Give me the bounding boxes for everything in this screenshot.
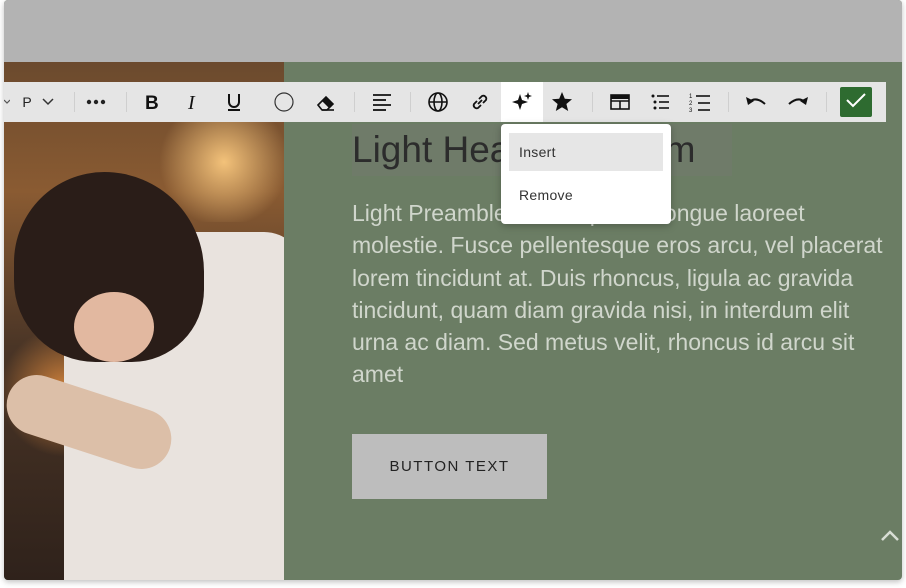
paragraph-style-select[interactable]: P [14, 82, 62, 122]
formatting-toolbar: P B I 1 2 3 [4, 82, 886, 122]
redo-icon[interactable] [786, 82, 810, 122]
confirm-button[interactable] [840, 87, 872, 117]
svg-text:B: B [145, 93, 159, 111]
preamble-text[interactable]: Light Preamble Lorem ipsum congue laoree… [352, 197, 892, 391]
link-icon[interactable] [468, 82, 492, 122]
table-icon[interactable] [608, 82, 632, 122]
menu-item-insert[interactable]: Insert [509, 133, 663, 171]
underline-icon[interactable] [222, 82, 246, 122]
svg-text:3: 3 [689, 108, 693, 112]
menu-item-label: Remove [519, 187, 573, 203]
numbered-list-icon[interactable]: 123 [688, 82, 712, 122]
chevron-down-icon [42, 98, 54, 106]
menu-item-remove[interactable]: Remove [509, 176, 663, 214]
svg-text:2: 2 [689, 101, 693, 107]
toolbar-divider [592, 92, 593, 112]
italic-icon[interactable]: I [182, 82, 206, 122]
globe-icon[interactable] [426, 82, 450, 122]
bulleted-list-icon[interactable] [648, 82, 672, 122]
align-icon[interactable] [370, 82, 394, 122]
toolbar-divider [74, 92, 75, 112]
menu-item-label: Insert [519, 144, 556, 160]
eraser-icon[interactable] [314, 82, 338, 122]
insert-dropdown-menu: Insert Remove [501, 124, 671, 224]
hero-photo [4, 62, 284, 580]
cta-button[interactable]: BUTTON TEXT [352, 434, 547, 499]
sparkles-button[interactable] [501, 82, 543, 122]
top-bar [4, 0, 902, 62]
toolbar-divider [354, 92, 355, 112]
more-icon[interactable] [84, 82, 108, 122]
toolbar-overflow-left [4, 82, 10, 122]
star-icon[interactable] [550, 82, 574, 122]
toolbar-divider [728, 92, 729, 112]
bold-icon[interactable]: B [140, 82, 164, 122]
check-icon [846, 92, 866, 113]
sparkles-icon [511, 91, 533, 113]
svg-text:1: 1 [689, 94, 693, 100]
chevron-up-icon[interactable] [878, 524, 902, 548]
paragraph-style-label: P [22, 94, 32, 110]
toolbar-divider [126, 92, 127, 112]
undo-icon[interactable] [744, 82, 768, 122]
toolbar-divider [826, 92, 827, 112]
color-circle-icon[interactable] [272, 82, 296, 122]
toolbar-divider [410, 92, 411, 112]
svg-text:I: I [187, 93, 196, 111]
